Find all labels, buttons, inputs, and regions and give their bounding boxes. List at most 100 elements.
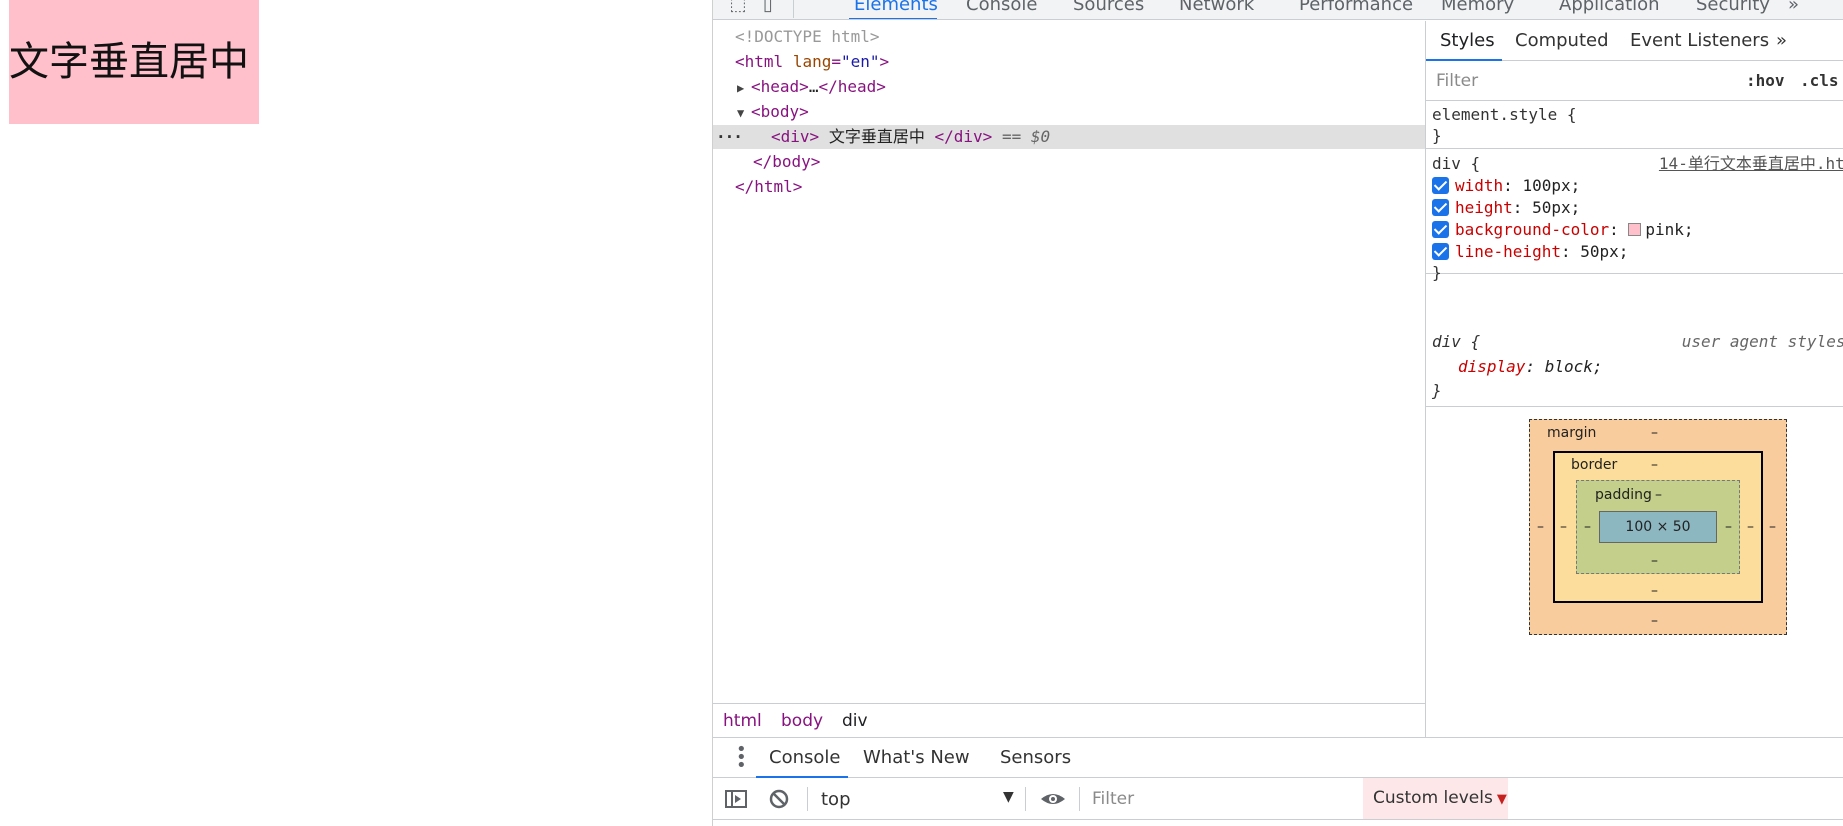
breadcrumb-div[interactable]: div (842, 704, 868, 738)
ua-rule-selector: div { (1432, 332, 1481, 351)
body-close-tag: body (772, 152, 811, 171)
padding-left-value: – (1584, 519, 1591, 535)
border-left-value: – (1560, 519, 1567, 535)
border-bottom-value: – (1651, 583, 1658, 599)
rule-user-agent[interactable]: div { user agent stylesheet display: blo… (1426, 327, 1843, 407)
chevron-down-icon: ▼ (1496, 792, 1507, 807)
decl-background-color[interactable]: background-color: pink; (1432, 219, 1694, 241)
margin-bottom-value: – (1651, 613, 1658, 629)
doctype-text: <!DOCTYPE html> (735, 27, 880, 46)
checkbox-icon[interactable] (1432, 199, 1449, 216)
box-model-content[interactable]: 100 × 50 (1599, 511, 1717, 543)
hov-toggle[interactable]: :hov (1746, 71, 1785, 90)
collapse-triangle-icon[interactable]: ▼ (737, 101, 751, 125)
more-tabs-icon[interactable]: » (1788, 0, 1799, 15)
html-attr-name: lang (792, 52, 832, 71)
console-drawer: ••• Console What's New Sensors top ▼ Cus… (713, 737, 1843, 826)
tab-application[interactable]: Application (1559, 0, 1660, 15)
tab-computed[interactable]: Computed (1515, 30, 1609, 51)
dom-body[interactable]: ▼ <body> (713, 100, 1425, 124)
node-actions-icon[interactable]: ··· (716, 125, 743, 149)
rule-div[interactable]: div { 14-单行文本垂直居中.html width: 100px; hei… (1426, 149, 1843, 282)
tab-sources[interactable]: Sources (1073, 0, 1144, 15)
checkbox-icon[interactable] (1432, 177, 1449, 194)
html-attr-value: "en" (840, 52, 880, 71)
active-tab-indicator (849, 18, 937, 19)
padding-bottom-value: – (1651, 553, 1658, 569)
decl-line-height[interactable]: line-height: 50px; (1432, 241, 1628, 263)
styles-filter-input[interactable] (1434, 69, 1704, 93)
context-selector[interactable]: top (821, 789, 851, 810)
dom-body-close[interactable]: </body> (713, 150, 1425, 174)
padding-top-value: – (1655, 487, 1662, 503)
element-style-selector: element.style { (1432, 105, 1577, 124)
cls-toggle[interactable]: .cls (1800, 71, 1839, 90)
div-tag: div (780, 127, 810, 146)
dom-div-selected[interactable]: ··· <div> 文字垂直居中 </div> == $0 (713, 125, 1425, 149)
margin-left-value: – (1537, 519, 1544, 535)
border-top-value: – (1651, 457, 1658, 473)
drawer-tab-sensors[interactable]: Sensors (1000, 747, 1071, 768)
devtools-toolbar: ⬚ ▯ Elements Console Sources Network Per… (713, 0, 1843, 20)
dom-html[interactable]: <html lang="en"> (713, 50, 1425, 74)
expand-triangle-icon[interactable]: ▶ (737, 76, 751, 100)
color-swatch-icon[interactable] (1628, 223, 1642, 236)
drawer-tab-console[interactable]: Console (769, 747, 840, 768)
live-expression-eye-icon[interactable] (1040, 787, 1065, 811)
log-levels-dropdown[interactable]: Custom levels ▼ (1363, 778, 1508, 819)
tab-styles[interactable]: Styles (1440, 30, 1495, 51)
tab-performance[interactable]: Performance (1299, 0, 1413, 15)
tab-memory[interactable]: Memory (1441, 0, 1514, 15)
breadcrumb-html[interactable]: html (723, 704, 762, 738)
element-style-close: } (1432, 126, 1442, 145)
console-filter-input[interactable] (1090, 787, 1340, 811)
styles-filter-row: :hov .cls (1426, 61, 1843, 101)
page-preview: 文字垂直居中 (0, 0, 712, 826)
ua-rule-source: user agent stylesheet (1681, 332, 1843, 351)
tab-elements[interactable]: Elements (854, 0, 938, 15)
sidebar-toggle-icon[interactable] (724, 787, 748, 811)
checkbox-icon[interactable] (1432, 243, 1449, 260)
border-label: border (1571, 457, 1618, 473)
chevron-down-icon[interactable]: ▼ (1003, 789, 1014, 805)
drawer-tab-bar: • • • Console What's New Sensors (713, 738, 1843, 778)
head-close-tag: head (837, 77, 877, 96)
devtools-panel: ⬚ ▯ Elements Console Sources Network Per… (712, 0, 1843, 826)
tab-security[interactable]: Security (1696, 0, 1770, 15)
breadcrumb: html body div (713, 703, 1425, 737)
checkbox-icon[interactable] (1432, 221, 1449, 238)
dom-head[interactable]: ▶ <head>…</head> (713, 75, 1425, 99)
padding-right-value: – (1725, 519, 1732, 535)
rule-element-style[interactable]: element.style { } (1426, 101, 1843, 149)
box-model-diagram: margin – – – – border – – – – padding – … (1529, 419, 1787, 635)
margin-label: margin (1547, 425, 1597, 441)
div-rule-close: } (1432, 263, 1442, 282)
div-text: 文字垂直居中 (828, 127, 925, 146)
toolbar-separator (807, 787, 808, 811)
body-tag: body (760, 102, 800, 121)
head-ellipsis: … (808, 77, 819, 96)
drawer-menu-icon[interactable]: • • • (736, 741, 747, 775)
div-rule-source-link[interactable]: 14-单行文本垂直居中.html (1659, 153, 1843, 175)
div-rule-selector: div { (1432, 154, 1481, 173)
console-toolbar: top ▼ Custom levels▼ (713, 778, 1843, 820)
drawer-tab-whats-new[interactable]: What's New (863, 747, 970, 768)
html-tag: html (744, 52, 784, 71)
tab-event-listeners[interactable]: Event Listeners (1630, 30, 1769, 51)
device-toggle-icon[interactable]: ▯ (757, 0, 779, 16)
tab-network[interactable]: Network (1179, 0, 1254, 15)
inspect-element-icon[interactable]: ⬚ (727, 0, 749, 16)
tab-console[interactable]: Console (966, 0, 1037, 15)
demo-div[interactable]: 文字垂直居中 (9, 0, 259, 124)
breadcrumb-body[interactable]: body (781, 704, 823, 738)
decl-height[interactable]: height: 50px; (1432, 197, 1580, 219)
dom-html-close[interactable]: </html> (713, 175, 1425, 199)
more-panes-icon[interactable]: » (1776, 30, 1787, 51)
ua-decl-display[interactable]: display: block; (1458, 356, 1603, 378)
toolbar-separator (1079, 787, 1080, 811)
dom-doctype[interactable]: <!DOCTYPE html> (713, 25, 1425, 49)
toolbar-separator (793, 0, 794, 18)
decl-width[interactable]: width: 100px; (1432, 175, 1580, 197)
clear-console-icon[interactable] (767, 787, 791, 811)
selected-node-marker: == $0 (1001, 127, 1051, 146)
